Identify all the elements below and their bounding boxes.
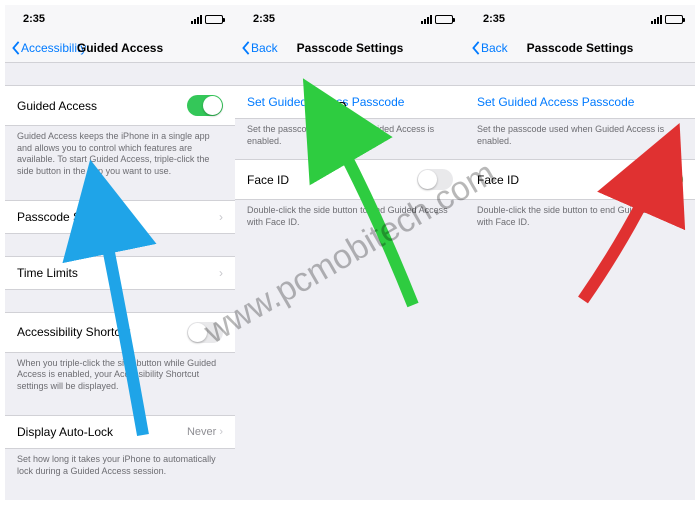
back-label: Back [251,41,278,55]
status-time: 2:35 [23,13,45,25]
nav-bar: Back Passcode Settings [235,33,465,63]
chevron-left-icon [11,41,21,55]
display-autolock-row[interactable]: Display Auto-Lock Never › [5,415,235,449]
accessibility-shortcut-row[interactable]: Accessibility Shortcut [5,312,235,353]
faceid-toggle[interactable] [647,169,683,190]
battery-icon [435,15,453,24]
screen-passcode-settings-on: 2:35 Back Passcode Settings Set Guided A… [465,5,695,500]
faceid-toggle[interactable] [417,169,453,190]
screen-passcode-settings-off: 2:35 Back Passcode Settings Set Guided A… [235,5,465,500]
shortcut-toggle[interactable] [187,322,223,343]
status-right [421,15,453,24]
row-detail: Never › [187,426,223,438]
nav-bar: Back Passcode Settings [465,33,695,63]
autolock-footer: Set how long it takes your iPhone to aut… [5,449,235,477]
ga-footer: Guided Access keeps the iPhone in a sing… [5,126,235,178]
faceid-footer: Double-click the side button to end Guid… [465,200,695,228]
annotation-num-10: 10 [328,101,346,119]
status-bar: 2:35 [5,5,235,33]
chevron-left-icon [241,41,251,55]
faceid-row[interactable]: Face ID [235,159,465,200]
annotation-num-11: 11 [653,143,670,161]
autolock-value: Never [187,426,216,438]
row-label: Accessibility Shortcut [17,325,130,339]
back-button[interactable]: Back [241,41,278,55]
signal-icon [651,15,662,24]
status-bar: 2:35 [235,5,465,33]
annotation-num-9: 9 [100,188,109,206]
status-right [191,15,223,24]
signal-icon [421,15,432,24]
row-label: Face ID [247,173,289,187]
row-label: Set Guided Access Passcode [477,95,634,109]
status-time: 2:35 [253,13,275,25]
row-label: Face ID [477,173,519,187]
screen-guided-access: 2:35 Accessibility Guided Access Guided … [5,5,235,500]
guided-access-toggle[interactable] [187,95,223,116]
chevron-right-icon: › [219,426,223,438]
battery-icon [665,15,683,24]
row-label: Display Auto-Lock [17,425,113,439]
passcode-settings-row[interactable]: Passcode Settings › [5,200,235,234]
row-label: Time Limits [17,266,78,280]
chevron-right-icon: › [219,210,223,224]
faceid-row[interactable]: Face ID [465,159,695,200]
status-bar: 2:35 [465,5,695,33]
status-right [651,15,683,24]
row-label: Passcode Settings [17,210,116,224]
row-label: Set Guided Access Passcode [247,95,404,109]
signal-icon [191,15,202,24]
set-passcode-row[interactable]: Set Guided Access Passcode [235,85,465,119]
battery-icon [205,15,223,24]
status-time: 2:35 [483,13,505,25]
row-label: Guided Access [17,99,97,113]
back-label: Back [481,41,508,55]
back-label: Accessibility [21,41,86,55]
set-passcode-footer: Set the passcode used when Guided Access… [235,119,465,147]
chevron-left-icon [471,41,481,55]
faceid-footer: Double-click the side button to end Guid… [235,200,465,228]
chevron-right-icon: › [219,266,223,280]
time-limits-row[interactable]: Time Limits › [5,256,235,290]
shortcut-footer: When you triple-click the side button wh… [5,353,235,393]
guided-access-row[interactable]: Guided Access [5,85,235,126]
set-passcode-row[interactable]: Set Guided Access Passcode [465,85,695,119]
back-button[interactable]: Accessibility [11,41,86,55]
back-button[interactable]: Back [471,41,508,55]
nav-bar: Accessibility Guided Access [5,33,235,63]
